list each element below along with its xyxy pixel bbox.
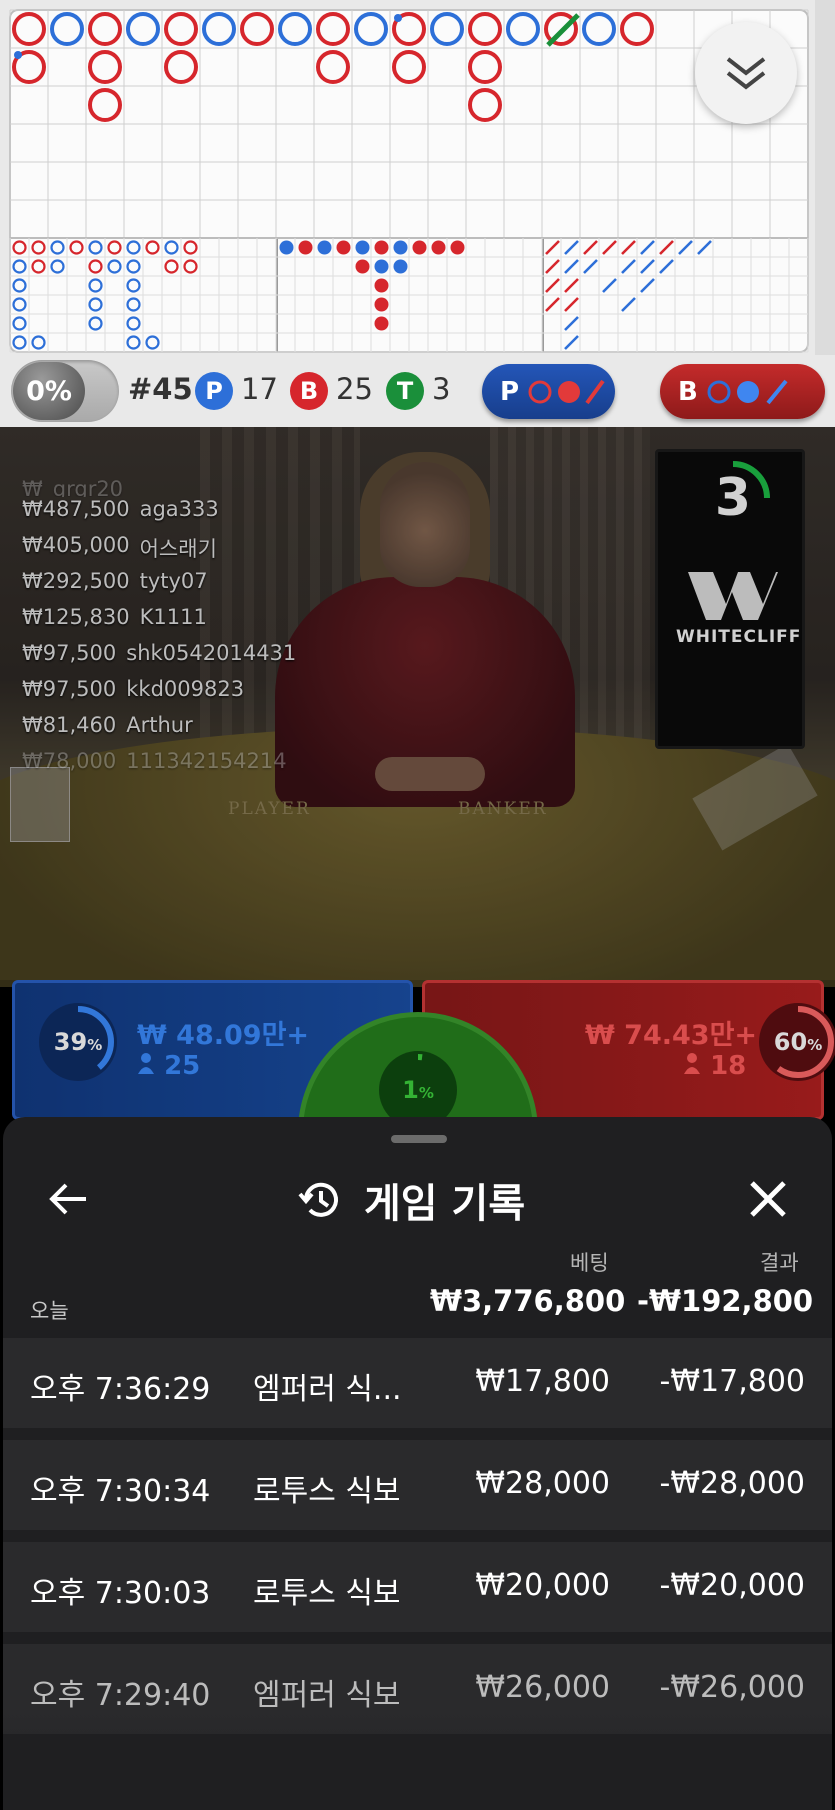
history-game: 로투스 식보 <box>253 1474 401 1509</box>
history-icon <box>298 1182 338 1217</box>
game-history-sheet: 게임 기록 베팅 결과 오늘 ₩3,776,800 -₩192,800 오후 7… <box>3 1117 832 1810</box>
banker-predict-icons <box>707 379 788 404</box>
player-people: 25 <box>137 1051 200 1081</box>
player-predict-icons <box>528 379 605 404</box>
tie-badge: T <box>386 372 424 410</box>
tie-percent: 1% <box>402 1076 434 1104</box>
close-icon <box>750 1181 786 1217</box>
history-bet: ₩26,000 <box>475 1670 610 1705</box>
today-bet-total: ₩3,776,800 <box>430 1284 626 1318</box>
small-road-mark <box>374 297 389 312</box>
history-bet: ₩17,800 <box>475 1364 610 1399</box>
history-list: 오후 7:36:29 엠퍼러 식... ₩17,800 -₩17,800 오후 7:30… <box>3 1338 832 1746</box>
live-video: PLAYER BANKER 3 WHITECLIFF ₩ grgr20 ₩487,… <box>0 427 835 987</box>
scoreboard-roadmap: 0% #45 P 17 B 25 T 3 P B <box>0 0 835 427</box>
sheet-title: 게임 기록 <box>364 1180 526 1227</box>
next-board-edge <box>815 0 835 355</box>
player-predict-letter: P <box>500 376 520 407</box>
small-road-mark <box>393 259 408 274</box>
pair-dot <box>14 51 22 59</box>
banker-percent: 60% <box>773 1028 823 1056</box>
history-bet: ₩20,000 <box>475 1568 610 1603</box>
player-predict-button[interactable]: P <box>482 364 615 419</box>
small-road-mark <box>412 240 427 255</box>
banker-predict-letter: B <box>678 376 698 407</box>
column-result-header: 결과 <box>760 1251 799 1275</box>
history-game: 엠퍼러 식... <box>253 1372 402 1407</box>
history-result: -₩20,000 <box>659 1568 805 1603</box>
history-result: -₩28,000 <box>659 1466 805 1501</box>
small-road-mark <box>450 240 465 255</box>
history-time: 오후 7:30:03 <box>30 1576 211 1611</box>
pair-dot <box>394 14 402 22</box>
banker-percent-ring: 60% <box>759 1003 835 1081</box>
history-game: 로투스 식보 <box>253 1576 401 1611</box>
small-road-mark <box>317 240 332 255</box>
banker-predict-button[interactable]: B <box>660 364 825 419</box>
small-road-mark <box>374 278 389 293</box>
small-road-mark <box>336 240 351 255</box>
player-amount: ₩ 48.09만+ <box>137 1020 310 1051</box>
small-road-mark <box>355 240 370 255</box>
player-percent: 39% <box>53 1028 103 1056</box>
player-badge: P <box>195 372 233 410</box>
collapse-button[interactable] <box>695 22 797 124</box>
small-road-mark <box>279 240 294 255</box>
player-count: 17 <box>241 372 278 406</box>
small-road-mark <box>355 259 370 274</box>
close-button[interactable] <box>743 1174 793 1224</box>
percent-knob: 0% <box>13 362 85 420</box>
back-button[interactable] <box>43 1174 93 1224</box>
tie-count: 3 <box>432 372 451 406</box>
history-result: -₩17,800 <box>659 1364 805 1399</box>
history-row[interactable]: 오후 7:36:29 엠퍼러 식... ₩17,800 -₩17,800 <box>3 1338 832 1428</box>
small-road-mark <box>298 240 313 255</box>
sheet-title-group: 게임 기록 <box>298 1172 525 1227</box>
round-number: #45 <box>128 372 193 406</box>
column-bet-header: 베팅 <box>570 1251 609 1275</box>
person-icon <box>138 1053 154 1074</box>
double-chevron-down-icon <box>726 57 766 90</box>
percent-toggle[interactable]: 0% <box>11 360 119 422</box>
small-road-mark <box>374 316 389 331</box>
history-result: -₩26,000 <box>659 1670 805 1705</box>
banker-count: 25 <box>336 372 373 406</box>
history-time: 오후 7:36:29 <box>30 1372 211 1407</box>
sheet-grabber[interactable] <box>391 1135 447 1143</box>
banker-badge: B <box>290 372 328 410</box>
small-road-mark <box>374 240 389 255</box>
banker-amount: ₩ 74.43만+ <box>585 1020 758 1051</box>
video-dim <box>0 427 835 987</box>
small-road-mark <box>374 259 389 274</box>
player-percent-ring: 39% <box>39 1003 117 1081</box>
history-row[interactable]: 오후 7:30:03 로투스 식보 ₩20,000 -₩20,000 <box>3 1542 832 1632</box>
history-row[interactable]: 오후 7:30:34 로투스 식보 ₩28,000 -₩28,000 <box>3 1440 832 1530</box>
game-screen: { "stats": { "percent": "0%", "round": "… <box>0 0 835 1810</box>
banker-people: 18 <box>683 1051 746 1081</box>
history-time: 오후 7:30:34 <box>30 1474 211 1509</box>
arrow-left-icon <box>49 1183 86 1215</box>
list-fade <box>3 1707 832 1810</box>
small-road-mark <box>431 240 446 255</box>
history-bet: ₩28,000 <box>475 1466 610 1501</box>
today-label: 오늘 <box>30 1299 69 1323</box>
today-result-total: -₩192,800 <box>637 1284 814 1318</box>
person-icon <box>684 1053 700 1074</box>
small-road-mark <box>393 240 408 255</box>
